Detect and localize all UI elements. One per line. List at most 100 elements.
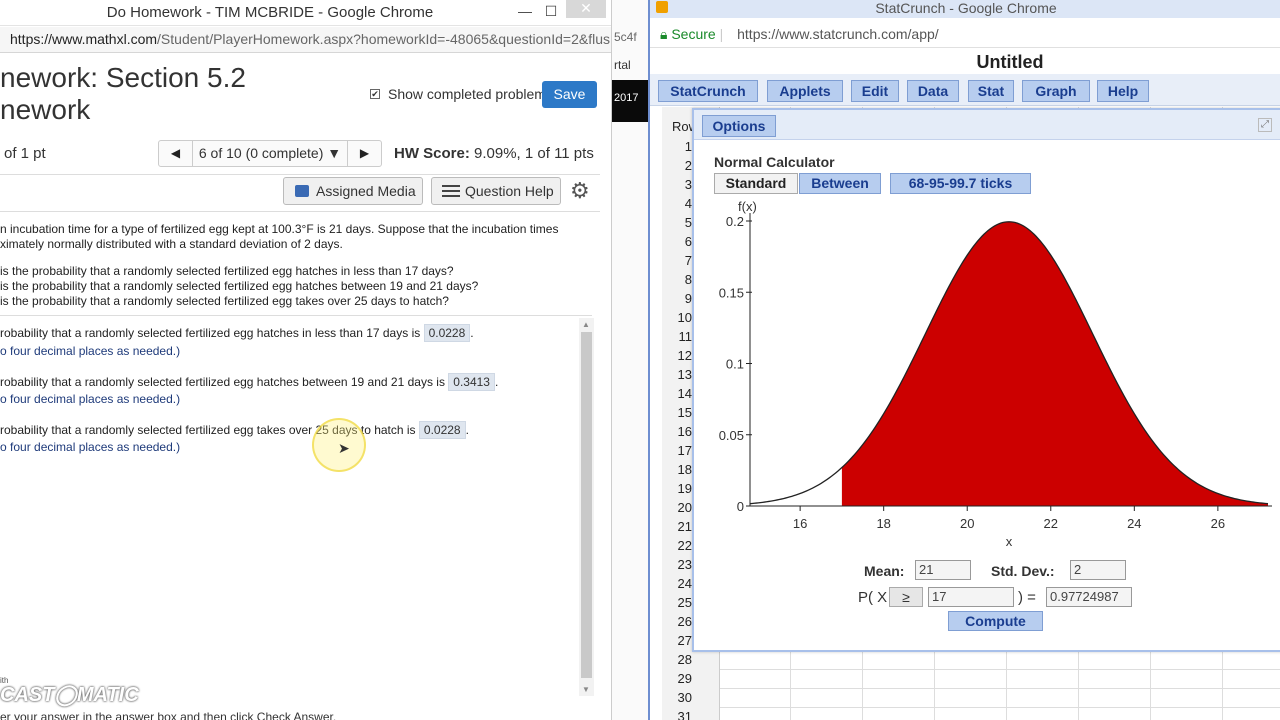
row-number[interactable]: 16 [664, 424, 692, 439]
hw-score-label: HW Score: [394, 145, 470, 162]
assigned-media-label: Assigned Media [316, 183, 416, 199]
row-number[interactable]: 26 [664, 614, 692, 629]
row-number[interactable]: 3 [664, 177, 692, 192]
row-number[interactable]: 8 [664, 272, 692, 287]
std-dev-input[interactable]: 2 [1070, 560, 1126, 580]
lock-icon: 🔒︎ [660, 26, 668, 42]
right-address-bar[interactable]: 🔒︎ Secure | https://www.statcrunch.com/a… [650, 22, 1280, 48]
result-value-field[interactable]: 0.97724987 [1046, 587, 1132, 607]
save-button[interactable]: Save [542, 81, 597, 108]
row-number[interactable]: 19 [664, 481, 692, 496]
mean-input[interactable]: 21 [915, 560, 971, 580]
row-number[interactable]: 21 [664, 519, 692, 534]
row-number[interactable]: 1 [664, 139, 692, 154]
row-number[interactable]: 12 [664, 348, 692, 363]
question-help-button[interactable]: Question Help [431, 177, 561, 205]
page-title: nework: Section 5.2 nework [0, 62, 246, 126]
next-question-button[interactable]: ▶ [347, 141, 381, 166]
tab-between[interactable]: Between [799, 173, 881, 194]
tab-68-95-99-7-ticks[interactable]: 68-95-99.7 ticks [890, 173, 1031, 194]
right-url: https://www.statcrunch.com/app/ [737, 26, 939, 42]
row-number[interactable]: 6 [664, 234, 692, 249]
tab-standard[interactable]: Standard [714, 173, 798, 194]
probability-close-label: ) = [1018, 589, 1036, 606]
question-navigator: ◀ 6 of 10 (0 complete) ▼ ▶ [158, 140, 382, 167]
background-banner: 2017 [612, 80, 648, 122]
minimize-button[interactable]: — [514, 3, 536, 19]
document-title: Untitled [976, 52, 1044, 72]
row-number[interactable]: 10 [664, 310, 692, 325]
menu-stat[interactable]: Stat [968, 80, 1014, 102]
left-address-bar[interactable]: https://www.mathxl.com/Student/PlayerHom… [0, 27, 611, 53]
row-number[interactable]: 9 [664, 291, 692, 306]
row-number[interactable]: 27 [664, 633, 692, 648]
question-selector[interactable]: 6 of 10 (0 complete) ▼ [193, 141, 347, 166]
calculator-title: Normal Calculator [714, 154, 835, 170]
compute-button[interactable]: Compute [948, 611, 1043, 631]
row-number[interactable]: 15 [664, 405, 692, 420]
url-host: https://www.mathxl.com [10, 31, 158, 47]
options-button[interactable]: Options [702, 115, 776, 137]
row-number[interactable]: 17 [664, 443, 692, 458]
question-help-label: Question Help [465, 183, 554, 199]
row-number[interactable]: 20 [664, 500, 692, 515]
row-number[interactable]: 30 [664, 690, 692, 705]
menu-graph[interactable]: Graph [1022, 80, 1090, 102]
row-number[interactable]: 11 [664, 329, 693, 344]
close-button[interactable]: ✕ [566, 0, 606, 18]
round-note-c: o four decimal places as needed.) [0, 440, 181, 454]
grid-row-line [720, 669, 1280, 670]
media-icon [295, 185, 309, 197]
y-tick-label: 0.15 [719, 285, 744, 300]
row-number[interactable]: 22 [664, 538, 692, 553]
row-number[interactable]: 4 [664, 196, 692, 211]
x-axis-label: x [1006, 534, 1013, 549]
y-tick-label: 0.05 [719, 428, 744, 443]
checkbox-icon[interactable]: ✔ [370, 89, 380, 99]
row-number[interactable]: 31 [664, 709, 692, 720]
prev-question-button[interactable]: ◀ [159, 141, 193, 166]
x-tick-label: 26 [1211, 516, 1225, 531]
menu-data[interactable]: Data [907, 80, 959, 102]
answer-c: robability that a randomly selected fert… [0, 421, 469, 439]
show-completed-label: Show completed problem [388, 86, 546, 102]
x-tick-label: 22 [1044, 516, 1058, 531]
subquestion-a: is the probability that a randomly selec… [0, 264, 454, 278]
menu-statcrunch[interactable]: StatCrunch [658, 80, 758, 102]
row-number[interactable]: 7 [664, 253, 692, 268]
x-tick-label: 18 [876, 516, 890, 531]
row-number[interactable]: 5 [664, 215, 692, 230]
std-dev-label: Std. Dev.: [991, 563, 1055, 579]
maximize-button[interactable]: ☐ [540, 3, 562, 20]
divider [0, 174, 600, 175]
row-number[interactable]: 25 [664, 595, 692, 610]
expand-icon[interactable]: ⤢ [1258, 118, 1272, 132]
answer-scrollbar[interactable]: ▲ ▼ [579, 318, 594, 696]
row-number[interactable]: 23 [664, 557, 692, 572]
assigned-media-button[interactable]: Assigned Media [283, 177, 423, 205]
answer-a: robability that a randomly selected fert… [0, 324, 474, 342]
row-number[interactable]: 2 [664, 158, 692, 173]
statcrunch-menubar: StatCrunch Applets Edit Data Stat Graph … [650, 74, 1280, 106]
row-number[interactable]: 29 [664, 671, 692, 686]
scroll-down-icon[interactable]: ▼ [582, 685, 590, 694]
secure-label: Secure [671, 26, 716, 42]
row-number[interactable]: 14 [664, 386, 692, 401]
answer-b-input[interactable]: 0.3413 [448, 373, 495, 391]
scroll-thumb[interactable] [581, 332, 592, 678]
gear-icon[interactable]: ⚙ [570, 178, 590, 204]
row-number[interactable]: 28 [664, 652, 692, 667]
row-number[interactable]: 13 [664, 367, 692, 382]
menu-applets[interactable]: Applets [767, 80, 843, 102]
menu-help[interactable]: Help [1097, 80, 1149, 102]
operator-select[interactable]: ≥ [889, 587, 923, 607]
row-number[interactable]: 18 [664, 462, 692, 477]
answer-a-input[interactable]: 0.0228 [423, 324, 471, 342]
show-completed-toggle[interactable]: ✔ Show completed problem [370, 86, 546, 102]
answer-c-input[interactable]: 0.0228 [418, 421, 466, 439]
divider [0, 211, 600, 212]
x-value-input[interactable]: 17 [928, 587, 1014, 607]
row-number[interactable]: 24 [664, 576, 692, 591]
menu-edit[interactable]: Edit [851, 80, 899, 102]
scroll-up-icon[interactable]: ▲ [582, 320, 590, 329]
